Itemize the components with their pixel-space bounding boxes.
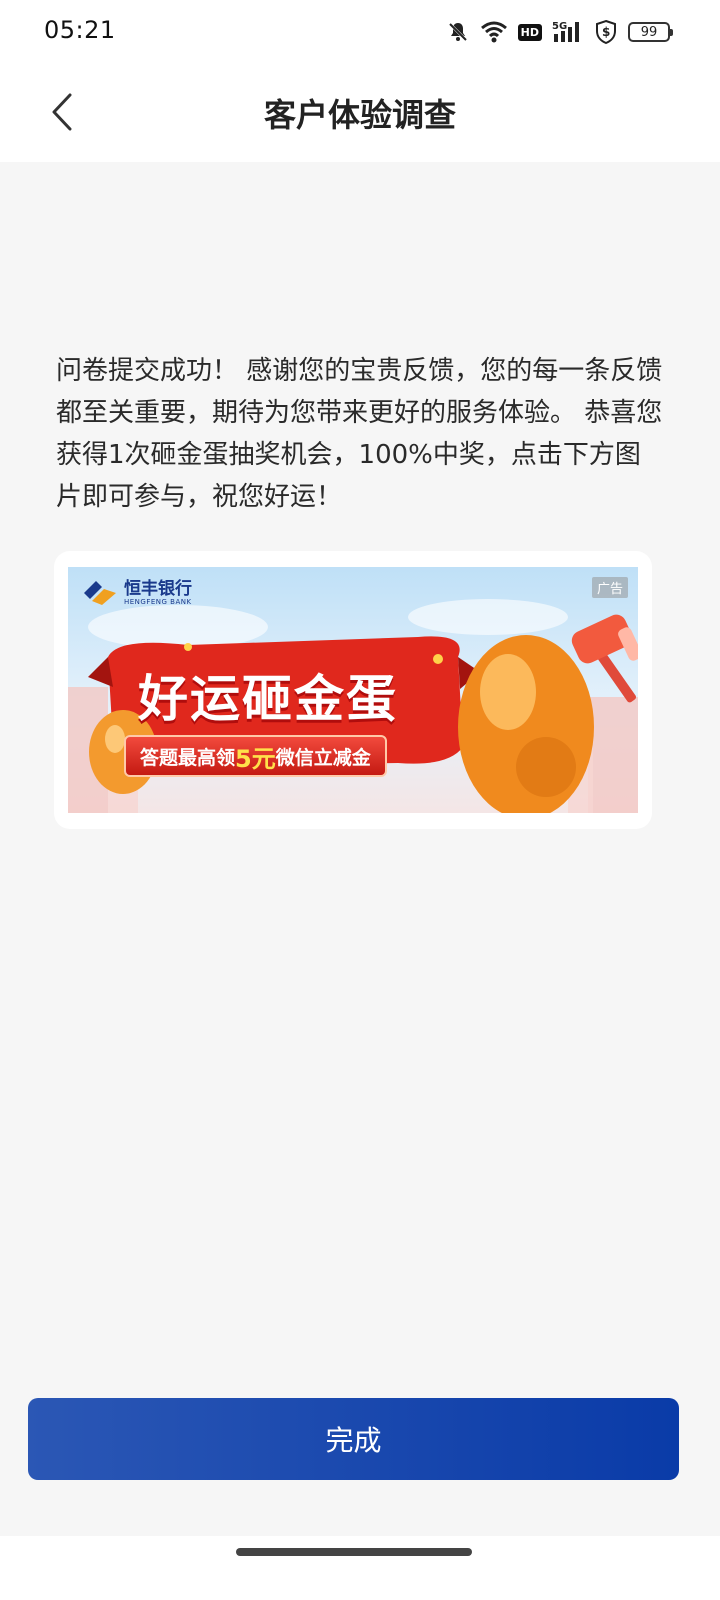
home-indicator[interactable]: [236, 1548, 472, 1556]
promo-subtitle-pre: 答题最高领: [140, 746, 236, 769]
bank-name-en: HENGFENG BANK: [124, 597, 192, 606]
gesture-bar: [0, 1536, 720, 1600]
bank-logo-icon: [84, 581, 116, 605]
done-button[interactable]: 完成: [28, 1398, 679, 1480]
bank-name: 恒丰银行: [124, 578, 192, 599]
promo-banner[interactable]: 恒丰银行 HENGFENG BANK 广告 好运砸金蛋 答题最高领 5元 微信立…: [68, 567, 638, 813]
status-time: 05:21: [44, 16, 116, 44]
svg-text:$: $: [602, 25, 610, 39]
shield-dollar-icon: $: [594, 19, 618, 45]
svg-text:5G: 5G: [552, 21, 567, 32]
battery-icon: 99: [628, 22, 673, 42]
promo-amount: 5元: [235, 744, 276, 773]
promo-subtitle: 答题最高领 5元 微信立减金: [124, 735, 387, 777]
signal-5g-icon: 5G: [552, 20, 584, 44]
ad-card: 恒丰银行 HENGFENG BANK 广告 好运砸金蛋 答题最高领 5元 微信立…: [54, 551, 652, 829]
status-icons: HD 5G $ 99: [446, 18, 673, 46]
success-message: 问卷提交成功！ 感谢您的宝贵反馈，您的每一条反馈都至关重要，期待为您带来更好的服…: [56, 356, 663, 512]
ad-badge: 广告: [591, 577, 628, 598]
promo-title: 好运砸金蛋: [138, 670, 398, 728]
status-bar: 05:21 HD 5G $ 99: [0, 0, 720, 62]
page-title: 客户体验调查: [263, 96, 456, 134]
wifi-icon: [480, 21, 508, 43]
bank-logo: 恒丰银行 HENGFENG BANK: [82, 579, 192, 607]
bell-off-icon: [446, 20, 470, 44]
nav-bar: 客户体验调查: [0, 62, 720, 162]
hd-icon: HD: [517, 23, 542, 41]
promo-subtitle-post: 微信立减金: [275, 746, 371, 769]
